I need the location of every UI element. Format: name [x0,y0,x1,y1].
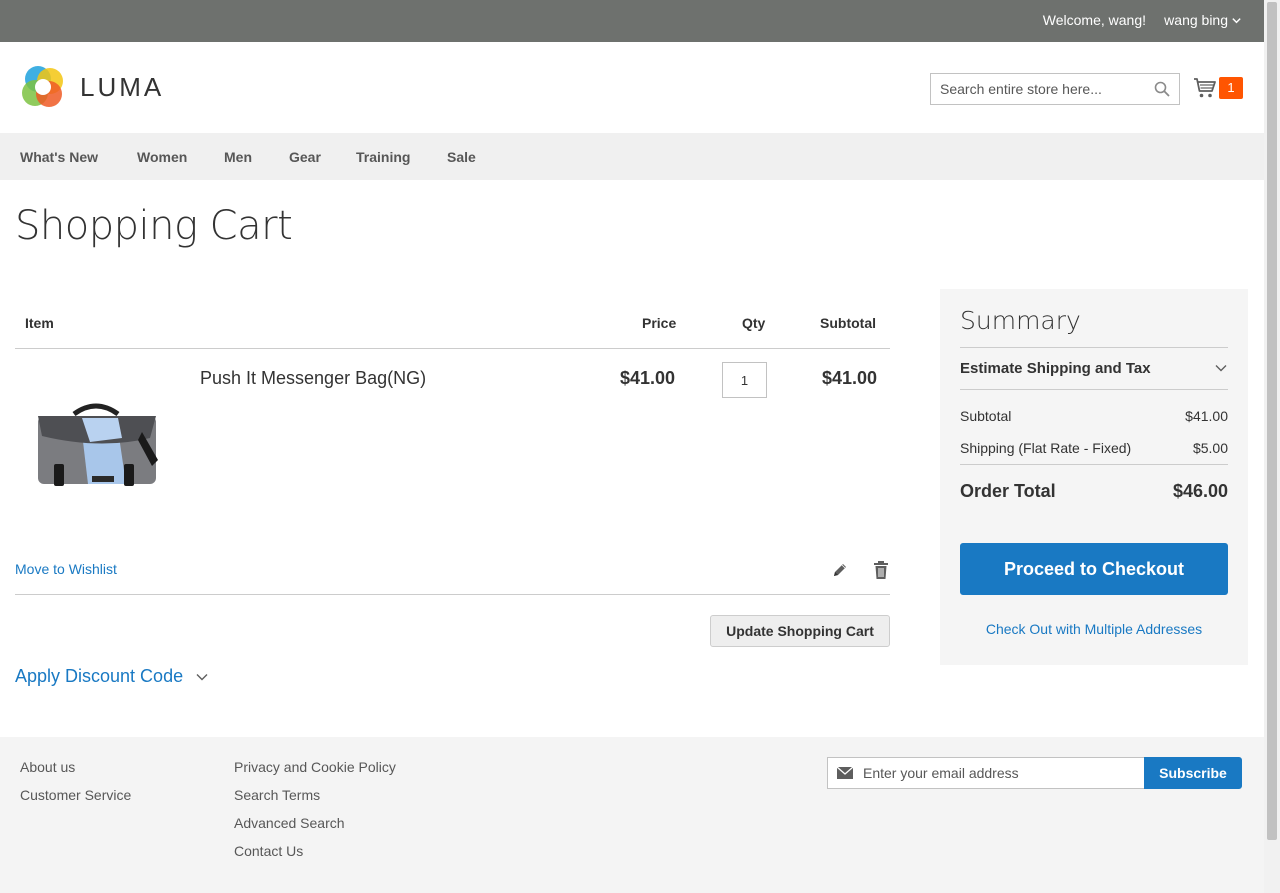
estimate-shipping-toggle[interactable]: Estimate Shipping and Tax [960,347,1228,389]
shipping-value: $5.00 [1192,440,1228,456]
account-name: wang bing [1164,12,1228,28]
divider [15,348,890,349]
nav-item-men[interactable]: Men [224,149,252,165]
welcome-message: Welcome, wang! [1042,12,1146,28]
apply-discount-toggle[interactable]: Apply Discount Code [15,666,209,687]
footer-link-search-terms[interactable]: Search Terms [234,787,320,803]
order-total-label: Order Total [960,481,1056,501]
envelope-icon [837,767,853,779]
column-header-item: Item [25,315,54,331]
shipping-label: Shipping (Flat Rate - Fixed) [960,440,1132,456]
subtotal-value: $41.00 [1185,408,1228,424]
trash-icon[interactable] [872,560,890,580]
update-cart-button[interactable]: Update Shopping Cart [710,615,890,647]
divider [960,389,1228,390]
cart-count-badge[interactable]: 1 [1219,77,1243,99]
product-name[interactable]: Push It Messenger Bag(NG) [200,368,426,389]
divider [15,594,890,595]
nav-item-women[interactable]: Women [137,149,187,165]
logo-text: LUMA [80,71,165,102]
nav-item-whats-new[interactable]: What's New [20,149,98,165]
divider [960,464,1228,465]
logo[interactable]: LUMA [20,64,164,110]
cart-icon[interactable] [1193,76,1217,100]
column-header-price: Price [642,315,677,331]
nav-item-sale[interactable]: Sale [447,149,476,165]
scrollbar-thumb[interactable] [1267,2,1277,840]
item-price: $41.00 [620,368,676,388]
qty-input[interactable] [722,362,767,398]
multiple-addresses-link[interactable]: Check Out with Multiple Addresses [960,621,1228,637]
footer-link-privacy-policy[interactable]: Privacy and Cookie Policy [234,759,396,775]
newsletter-email-input[interactable] [863,758,1133,788]
pencil-icon[interactable] [831,561,849,579]
search-input[interactable] [931,74,1141,104]
luma-logo-icon [22,66,63,107]
page-title: Shopping Cart [15,203,293,249]
column-header-qty: Qty [742,315,766,331]
item-subtotal: $41.00 [822,368,878,388]
apply-discount-label: Apply Discount Code [15,666,184,686]
move-to-wishlist-link[interactable]: Move to Wishlist [15,561,117,577]
search-icon[interactable] [1154,81,1170,97]
top-bar: Welcome, wang! wang bing [0,0,1264,42]
summary-title: Summary [960,306,1081,335]
chevron-down-icon [196,673,208,680]
estimate-shipping-label: Estimate Shipping and Tax [960,359,1151,377]
chevron-down-icon [1215,365,1227,372]
account-menu[interactable]: wang bing [1164,12,1242,28]
shipping-row: Shipping (Flat Rate - Fixed) $5.00 [960,440,1228,456]
nav-item-training[interactable]: Training [356,149,410,165]
product-image[interactable] [30,402,162,498]
footer: About us Customer Service Privacy and Co… [0,737,1264,893]
order-total-row: Order Total $46.00 [960,481,1228,502]
footer-link-customer-service[interactable]: Customer Service [20,787,131,803]
footer-link-about-us[interactable]: About us [20,759,75,775]
column-header-subtotal: Subtotal [820,315,876,331]
main-nav: What's New Women Men Gear Training Sale [0,133,1264,180]
subtotal-row: Subtotal $41.00 [960,408,1228,424]
subscribe-button[interactable]: Subscribe [1144,757,1242,789]
chevron-down-icon [1232,17,1241,23]
order-total-value: $46.00 [1172,481,1228,501]
newsletter-box[interactable] [827,757,1145,789]
nav-item-gear[interactable]: Gear [289,149,321,165]
footer-link-advanced-search[interactable]: Advanced Search [234,815,345,831]
search-box[interactable] [930,73,1180,105]
order-summary: Summary Estimate Shipping and Tax Subtot… [940,289,1248,665]
proceed-to-checkout-button[interactable]: Proceed to Checkout [960,543,1228,595]
subtotal-label: Subtotal [960,408,1012,424]
footer-link-contact-us[interactable]: Contact Us [234,843,303,859]
